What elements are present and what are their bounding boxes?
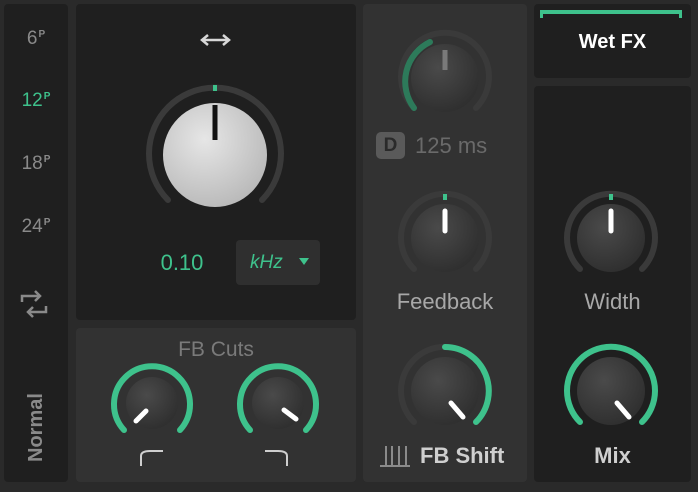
fb-shift-knob[interactable] [398, 343, 492, 425]
width-knob[interactable] [564, 190, 658, 272]
low-cut-shape-icon [140, 450, 163, 466]
high-cut-shape-icon [265, 450, 288, 466]
feedback-knob[interactable] [398, 190, 492, 272]
high-cut-knob[interactable] [237, 363, 319, 433]
delay-time-knob[interactable] [398, 29, 492, 112]
mix-knob[interactable] [564, 343, 658, 425]
low-cut-knob[interactable] [111, 363, 193, 433]
frequency-knob[interactable] [146, 84, 284, 207]
left-right-arrow-icon[interactable] [200, 34, 231, 46]
shift-bars-icon [380, 446, 410, 467]
swap-arrows-icon[interactable] [20, 290, 48, 318]
